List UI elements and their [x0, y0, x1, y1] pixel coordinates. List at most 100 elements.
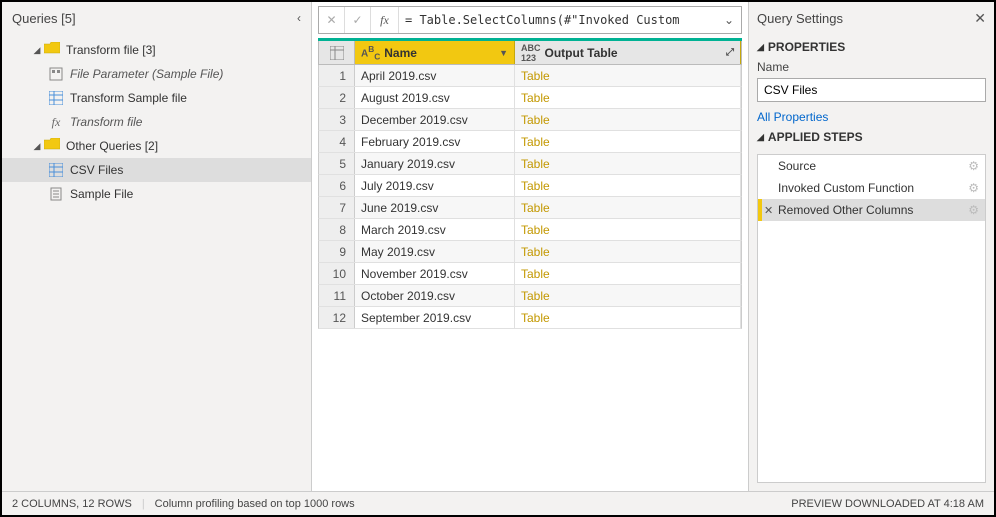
chevron-down-icon: ◢	[757, 42, 764, 53]
column-header-output[interactable]: ABC123 Output Table ⤢	[515, 41, 741, 64]
cell-name[interactable]: July 2019.csv	[355, 175, 515, 196]
tree-item-sample-file[interactable]: Sample File	[2, 182, 311, 206]
table-icon	[48, 90, 64, 106]
fx-icon[interactable]: fx	[371, 7, 399, 33]
chevron-down-icon[interactable]: ▼	[499, 48, 508, 58]
step-removed-other-columns[interactable]: ✕ Removed Other Columns ⚙	[758, 199, 985, 221]
cell-name[interactable]: January 2019.csv	[355, 153, 515, 174]
collapse-pane-icon[interactable]: ‹	[297, 11, 301, 25]
active-step-indicator	[758, 199, 762, 221]
table-row[interactable]: 9May 2019.csvTable	[318, 241, 742, 263]
item-label: Transform Sample file	[70, 91, 187, 105]
cell-output-table[interactable]: Table	[515, 109, 741, 130]
table-row[interactable]: 4February 2019.csvTable	[318, 131, 742, 153]
group-label: Transform file [3]	[66, 43, 156, 57]
properties-section: ◢ PROPERTIES Name All Properties	[757, 40, 986, 124]
gear-icon[interactable]: ⚙	[968, 203, 979, 217]
tree-item-transform-sample[interactable]: Transform Sample file	[2, 86, 311, 110]
table-row[interactable]: 7June 2019.csvTable	[318, 197, 742, 219]
row-number: 4	[319, 131, 355, 152]
col-label: Name	[384, 46, 417, 60]
step-label: Removed Other Columns	[778, 203, 913, 217]
column-header-name[interactable]: ABC Name ▼	[355, 41, 515, 64]
cell-output-table[interactable]: Table	[515, 285, 741, 306]
table-row[interactable]: 8March 2019.csvTable	[318, 219, 742, 241]
grid-header: ABC Name ▼ ABC123 Output Table ⤢	[318, 41, 742, 65]
table-row[interactable]: 6July 2019.csvTable	[318, 175, 742, 197]
table-row[interactable]: 1April 2019.csvTable	[318, 65, 742, 87]
cell-output-table[interactable]: Table	[515, 263, 741, 284]
table-row[interactable]: 11October 2019.csvTable	[318, 285, 742, 307]
table-row[interactable]: 3December 2019.csvTable	[318, 109, 742, 131]
applied-steps-heading[interactable]: ◢ APPLIED STEPS	[757, 130, 986, 144]
applied-steps-list: Source ⚙ Invoked Custom Function ⚙ ✕ Rem…	[757, 154, 986, 483]
step-invoked-custom-function[interactable]: Invoked Custom Function ⚙	[758, 177, 985, 199]
step-label: Invoked Custom Function	[778, 181, 914, 195]
cancel-formula-icon[interactable]: ✕	[319, 7, 345, 33]
close-icon[interactable]: ✕	[974, 10, 986, 27]
formula-dropdown-icon[interactable]: ⌄	[717, 13, 741, 27]
cell-name[interactable]: April 2019.csv	[355, 65, 515, 86]
cell-name[interactable]: June 2019.csv	[355, 197, 515, 218]
group-label: Other Queries [2]	[66, 139, 158, 153]
step-source[interactable]: Source ⚙	[758, 155, 985, 177]
cell-name[interactable]: February 2019.csv	[355, 131, 515, 152]
cell-name[interactable]: May 2019.csv	[355, 241, 515, 262]
status-preview-time: PREVIEW DOWNLOADED AT 4:18 AM	[791, 498, 984, 510]
formula-bar: ✕ ✓ fx = Table.SelectColumns(#"Invoked C…	[318, 6, 742, 34]
table-row[interactable]: 10November 2019.csvTable	[318, 263, 742, 285]
data-grid: ABC Name ▼ ABC123 Output Table ⤢ 1April …	[318, 38, 742, 329]
table-row[interactable]: 12September 2019.csvTable	[318, 307, 742, 329]
cell-output-table[interactable]: Table	[515, 219, 741, 240]
select-all-icon[interactable]	[319, 41, 355, 64]
row-number: 12	[319, 307, 355, 328]
table-row[interactable]: 5January 2019.csvTable	[318, 153, 742, 175]
formula-input[interactable]: = Table.SelectColumns(#"Invoked Custom	[399, 13, 717, 27]
tree-item-csv-files[interactable]: CSV Files	[2, 158, 311, 182]
tree-group-other[interactable]: ◢ Other Queries [2]	[2, 134, 311, 158]
folder-icon	[44, 138, 60, 154]
all-properties-link[interactable]: All Properties	[757, 110, 828, 124]
cell-output-table[interactable]: Table	[515, 241, 741, 262]
tree-group-transform[interactable]: ◢ Transform file [3]	[2, 38, 311, 62]
cell-name[interactable]: October 2019.csv	[355, 285, 515, 306]
cell-output-table[interactable]: Table	[515, 65, 741, 86]
item-label: Transform file	[70, 115, 142, 129]
name-label: Name	[757, 60, 986, 74]
row-number: 8	[319, 219, 355, 240]
status-bar: 2 COLUMNS, 12 ROWS | Column profiling ba…	[2, 491, 994, 515]
cell-output-table[interactable]: Table	[515, 131, 741, 152]
properties-heading[interactable]: ◢ PROPERTIES	[757, 40, 986, 54]
cell-output-table[interactable]: Table	[515, 197, 741, 218]
cell-output-table[interactable]: Table	[515, 87, 741, 108]
cell-name[interactable]: November 2019.csv	[355, 263, 515, 284]
cell-output-table[interactable]: Table	[515, 307, 741, 328]
cell-name[interactable]: December 2019.csv	[355, 109, 515, 130]
function-icon: fx	[48, 114, 64, 130]
cell-name[interactable]: September 2019.csv	[355, 307, 515, 328]
row-number: 3	[319, 109, 355, 130]
expand-icon[interactable]: ⤢	[726, 47, 734, 58]
row-number: 10	[319, 263, 355, 284]
gear-icon[interactable]: ⚙	[968, 159, 979, 173]
row-number: 9	[319, 241, 355, 262]
row-number: 1	[319, 65, 355, 86]
cell-output-table[interactable]: Table	[515, 175, 741, 196]
tree-item-param[interactable]: File Parameter (Sample File)	[2, 62, 311, 86]
cell-output-table[interactable]: Table	[515, 153, 741, 174]
cell-name[interactable]: August 2019.csv	[355, 87, 515, 108]
gear-icon[interactable]: ⚙	[968, 181, 979, 195]
row-number: 5	[319, 153, 355, 174]
chevron-down-icon[interactable]: ◢	[30, 141, 44, 152]
item-label: File Parameter (Sample File)	[70, 67, 223, 81]
chevron-down-icon[interactable]: ◢	[30, 45, 44, 56]
type-any-icon: ABC123	[521, 43, 541, 63]
row-number: 6	[319, 175, 355, 196]
accept-formula-icon[interactable]: ✓	[345, 7, 371, 33]
table-row[interactable]: 2August 2019.csvTable	[318, 87, 742, 109]
query-name-input[interactable]	[757, 78, 986, 102]
cell-name[interactable]: March 2019.csv	[355, 219, 515, 240]
folder-icon	[44, 42, 60, 58]
tree-item-transform-fn[interactable]: fx Transform file	[2, 110, 311, 134]
delete-step-icon[interactable]: ✕	[764, 204, 773, 217]
